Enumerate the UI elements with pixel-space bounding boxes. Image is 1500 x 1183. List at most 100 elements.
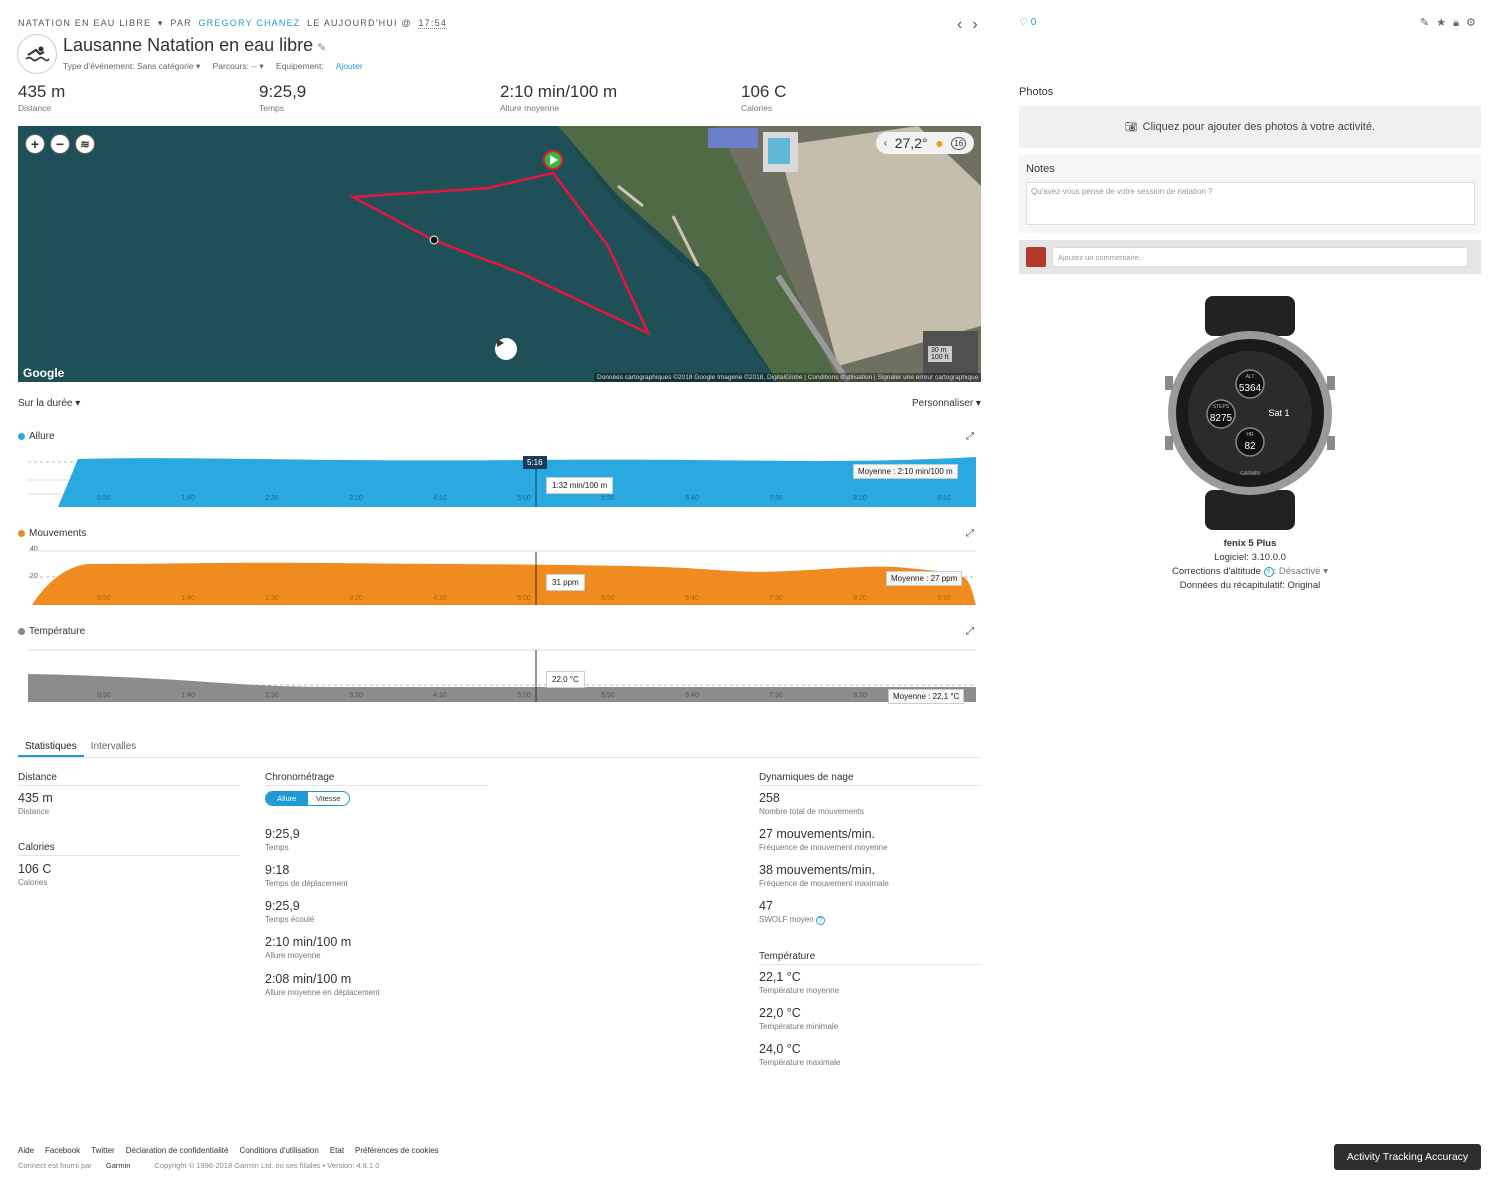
footer-link-cookies[interactable]: Préférences de cookies — [355, 1146, 439, 1155]
activity-time: 17:54 — [418, 18, 447, 29]
x-tick-label: 0:50 — [97, 495, 111, 502]
when-label: LE AUJOURD'HUI @ — [307, 18, 412, 28]
pace-chart[interactable]: 0:50 1:40 2:30 3:20 4:10 5:00 5:50 6:40 7:30 8:20… — [28, 452, 976, 510]
footer-link-privacy[interactable]: Déclaration de confidentialité — [126, 1146, 229, 1155]
activity-tools: ✎ ★ 🔒︎ ⚙ — [1413, 16, 1476, 30]
stat-label: Fréquence de mouvement moyenne — [759, 843, 888, 852]
stat-moving-time: 9:18 Temps de déplacement — [265, 863, 348, 888]
strokes-chart-label[interactable]: Mouvements — [18, 528, 86, 539]
altitude-corrections-select[interactable]: Désactivé ▾ — [1279, 566, 1328, 577]
pace-chart-label[interactable]: Allure — [18, 431, 55, 442]
weather-widget[interactable]: ‹ 27,2° ● 16 — [876, 132, 974, 154]
course-select[interactable]: Parcours: -- ▾ — [213, 61, 264, 71]
author-link[interactable]: GREGORY CHANEZ — [198, 18, 300, 28]
help-icon[interactable]: ? — [815, 916, 825, 925]
zoom-in-button[interactable]: + — [25, 134, 45, 154]
add-photos-text: Cliquez pour ajouter des photos à votre … — [1142, 121, 1376, 133]
stat-avg-temp: 22,1 °C Température moyenne — [759, 970, 839, 995]
toggle-speed[interactable]: Vitesse — [308, 792, 350, 805]
temperature-dot-icon — [18, 627, 25, 635]
x-tick-label: 0:50 — [97, 692, 111, 699]
event-type-select[interactable]: Type d'événement: Sans catégorie ▾ — [63, 61, 200, 71]
add-photos-button[interactable]: 📷︎ Cliquez pour ajouter des photos à votr… — [1019, 106, 1481, 148]
footer-link-help[interactable]: Aide — [18, 1146, 34, 1155]
x-tick-label: 1:40 — [181, 595, 195, 602]
stat-value: 9:18 — [265, 863, 290, 877]
altitude-corrections: Corrections d'altitude ?: Désactivé ▾ — [1172, 566, 1328, 577]
device-name: fenix 5 Plus — [1223, 538, 1277, 549]
notes-textarea[interactable]: Qu'avez-vous pensé de votre session de n… — [1026, 182, 1475, 225]
add-equipment-link[interactable]: Ajouter — [336, 61, 363, 71]
stat-time: 9:25,9 Temps — [265, 827, 300, 852]
strokes-dot-icon — [18, 529, 25, 537]
previous-arrow-icon[interactable]: ‹ — [957, 16, 962, 33]
stat-label: Calories — [18, 878, 48, 887]
stat-label: Température moyenne — [759, 986, 840, 995]
summary-label: Distance — [18, 103, 52, 113]
footer-link-terms[interactable]: Conditions d'utilisation — [239, 1146, 318, 1155]
temperature-tooltip: 22,0 °C — [546, 671, 585, 688]
activity-tracking-accuracy-button[interactable]: Activity Tracking Accuracy — [1334, 1144, 1481, 1170]
tab-statistics[interactable]: Statistiques — [18, 738, 84, 757]
summary-value: 106 C — [741, 82, 787, 101]
pace-cursor-time: 5:16 — [523, 456, 547, 469]
expand-icon[interactable]: ⤢ — [966, 626, 974, 637]
garmin-link[interactable]: Garmin — [106, 1161, 131, 1170]
x-tick-label: 1:40 — [181, 692, 195, 699]
pace-tooltip: 1:32 min/100 m — [546, 477, 614, 494]
stat-label: Distance — [18, 807, 50, 816]
calories-heading: Calories — [18, 842, 240, 856]
footer-links: Aide Facebook Twitter Déclaration de confid… — [18, 1146, 450, 1155]
layers-button[interactable]: ≋ — [75, 134, 95, 154]
summary-data: Données du récapitulatif: Original — [1179, 580, 1321, 591]
heart-icon: ♡ — [1019, 17, 1028, 28]
strokes-chart[interactable]: 0:50 1:40 2:30 3:20 4:10 5:00 5:50 6:40 7:30 8:20… — [28, 550, 976, 608]
stat-value: 106 C — [18, 862, 52, 876]
x-tick-label: 3:20 — [349, 495, 363, 502]
temperature-chart[interactable]: 0:50 1:40 2:30 3:20 4:10 5:00 5:50 6:40 7:30 8:20… — [28, 648, 976, 704]
comment-input[interactable]: Ajoutez un commentaire. — [1052, 247, 1468, 267]
expand-icon[interactable]: ⤢ — [966, 431, 974, 442]
edit-title-icon[interactable]: ✎ — [317, 42, 326, 54]
next-arrow-icon[interactable]: › — [972, 16, 977, 33]
breadcrumb: NATATION EN EAU LIBRE ▾ PAR GREGORY CHAN… — [18, 18, 450, 29]
stat-value: 22,0 °C — [759, 1006, 801, 1020]
customize-select[interactable]: Personnaliser ▾ — [912, 398, 981, 409]
stat-value: 2:08 min/100 m — [265, 972, 352, 986]
stat-label: Allure moyenne — [265, 951, 321, 960]
star-icon[interactable]: ★ — [1436, 17, 1446, 29]
weather-prev-icon[interactable]: ‹ — [884, 138, 887, 149]
google-logo: Google — [23, 366, 65, 380]
weather-time-badge: 16 — [951, 136, 967, 150]
help-icon[interactable]: ? — [1263, 567, 1274, 577]
summary-value: 2:10 min/100 m — [500, 82, 618, 101]
footer-link-facebook[interactable]: Facebook — [45, 1146, 80, 1155]
scale-feet: 100 ft — [931, 354, 949, 361]
weather-temperature: 27,2° — [894, 135, 928, 151]
expand-icon[interactable]: ⤢ — [966, 528, 974, 539]
x-tick-label: 2:30 — [265, 595, 279, 602]
edit-icon[interactable]: ✎ — [1420, 17, 1429, 29]
photos-heading: Photos — [1019, 86, 1054, 98]
x-tick-label: 5:00 — [517, 595, 531, 602]
range-select[interactable]: Sur la durée ▾ — [18, 398, 80, 409]
stat-value: 38 mouvements/min. — [759, 863, 876, 877]
lock-icon[interactable]: 🔒︎ — [1453, 17, 1459, 29]
temperature-chart-label[interactable]: Température — [18, 626, 85, 637]
route-map[interactable]: + − ≋ ‹ 27,2° ● 16 Google 30 m 100 ft Don… — [18, 126, 981, 382]
zoom-out-button[interactable]: − — [50, 134, 70, 154]
play-button[interactable] — [495, 338, 517, 360]
footer-link-status[interactable]: Etat — [330, 1146, 344, 1155]
x-tick-label: 0:50 — [97, 595, 111, 602]
like-button[interactable]: ♡ 0 — [1019, 17, 1036, 28]
footer-link-twitter[interactable]: Twitter — [91, 1146, 115, 1155]
stat-total-strokes: 258 Nombre total de mouvements — [759, 791, 864, 816]
toggle-pace[interactable]: Allure — [266, 792, 308, 805]
device-image: ALT 5364 STEPS 8275 HR 82 Sat 1 GARMIN — [1165, 296, 1335, 530]
copyright-text: Copyright © 1996-2018 Garmin Ltd. ou ses… — [154, 1161, 380, 1170]
gear-icon[interactable]: ⚙ — [1466, 17, 1476, 29]
dropdown-arrow-icon[interactable]: ▾ — [158, 18, 164, 28]
tab-intervals[interactable]: Intervalles — [84, 738, 144, 755]
map-copyright[interactable]: Données cartographiques ©2018 Google Ima… — [594, 373, 981, 382]
activity-type[interactable]: NATATION EN EAU LIBRE — [18, 18, 151, 28]
